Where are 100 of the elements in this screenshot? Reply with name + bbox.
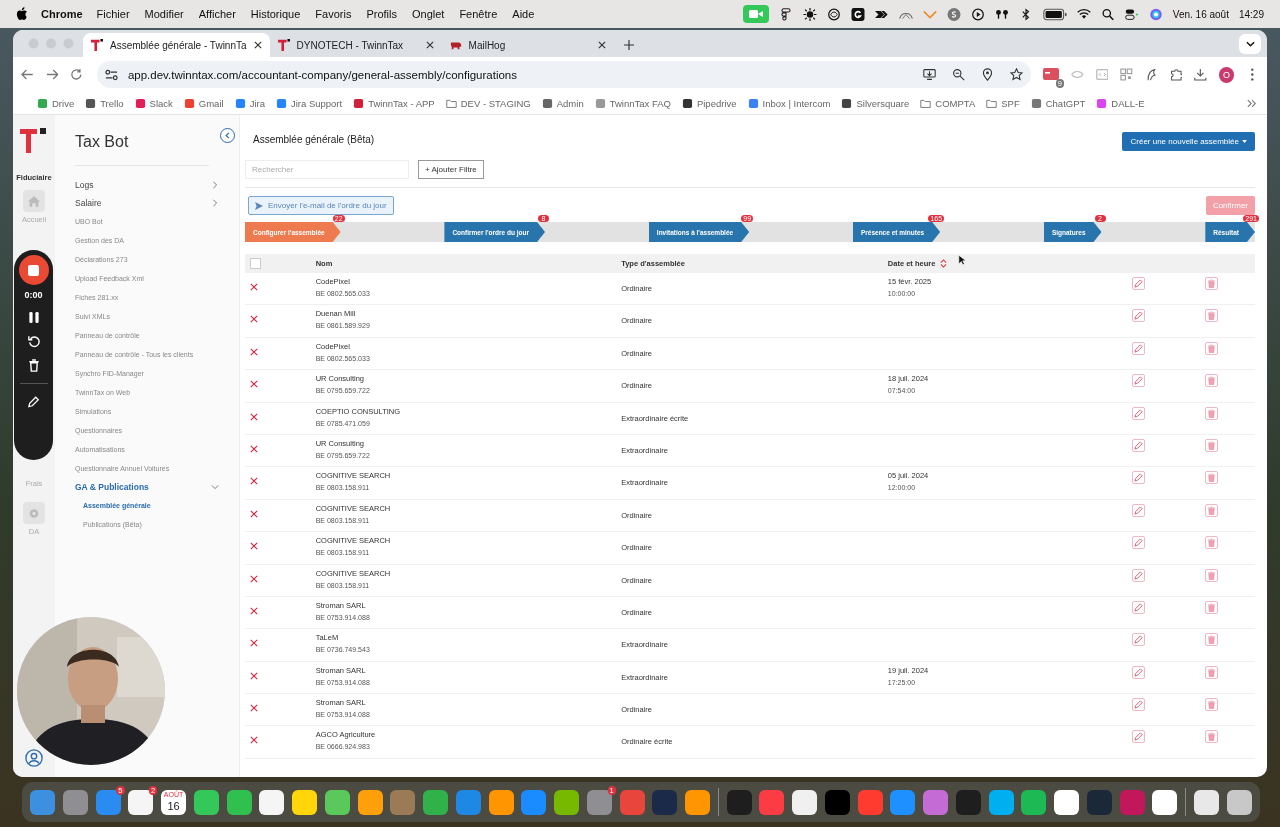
menu-item[interactable]: Modifier [144, 8, 184, 20]
location-icon[interactable] [980, 68, 994, 81]
knot-icon[interactable] [826, 7, 841, 21]
battery-icon[interactable] [1042, 7, 1067, 21]
g-logo-icon[interactable] [850, 7, 865, 21]
bookmark[interactable]: Jira [234, 97, 265, 109]
new-tab-icon[interactable] [623, 40, 634, 50]
skype-icon[interactable] [946, 7, 961, 21]
bookmark[interactable]: Silversquare [841, 97, 910, 109]
overflow-chevron-icon[interactable] [1247, 98, 1257, 108]
bookmark[interactable]: Drive [37, 97, 75, 109]
bookmark[interactable]: DEV - STAGING [445, 97, 531, 109]
app-icon[interactable] [193, 789, 219, 815]
close-icon[interactable] [250, 444, 258, 453]
search-field[interactable]: Rechercher [245, 160, 409, 179]
app-icon[interactable] [324, 789, 350, 815]
edit-button[interactable] [1131, 309, 1145, 323]
menu-item[interactable]: Fichier [96, 8, 130, 20]
trash-icon[interactable] [27, 359, 40, 372]
bookmark[interactable]: SPF [986, 97, 1020, 109]
edit-button[interactable] [1131, 665, 1145, 679]
bookmark[interactable]: Pipedrive [681, 97, 737, 109]
edit-button[interactable] [1131, 600, 1145, 614]
delete-button[interactable] [1205, 536, 1219, 550]
menu-item[interactable]: Afficher [198, 8, 236, 20]
download-icon[interactable] [1194, 68, 1207, 81]
bookmark[interactable]: Inbox | Intercom [747, 97, 831, 109]
edit-button[interactable] [1131, 536, 1145, 550]
app-icon[interactable] [792, 789, 817, 815]
sort-icon[interactable] [940, 259, 948, 268]
edit-button[interactable] [1131, 698, 1145, 712]
browser-tab[interactable]: DYNOTECH - TwinnTax [269, 33, 442, 57]
close-icon[interactable] [250, 606, 258, 615]
site-settings-icon[interactable] [104, 68, 118, 81]
menu-item[interactable]: Historique [250, 8, 301, 20]
delete-button[interactable] [1205, 277, 1219, 290]
close-icon[interactable] [597, 41, 606, 49]
tab-search-button[interactable] [1239, 34, 1261, 54]
delete-button[interactable] [1205, 309, 1219, 323]
profile-avatar[interactable]: O [1218, 66, 1235, 83]
control-center-icon[interactable] [1124, 7, 1139, 21]
app-menu[interactable]: Chrome [41, 8, 83, 20]
close-icon[interactable] [250, 736, 258, 745]
app-icon[interactable] [357, 789, 383, 815]
bookmark[interactable]: TwinnTax - APP [353, 97, 435, 109]
edit-button[interactable] [1131, 633, 1145, 647]
edit-button[interactable] [1131, 341, 1145, 355]
bookmark[interactable]: Slack [134, 97, 173, 109]
search-icon[interactable] [1100, 7, 1115, 21]
app-icon[interactable] [988, 789, 1014, 815]
bookmark[interactable]: Trello [85, 97, 124, 109]
send-email-button[interactable]: Envoyer l'e-mail de l'ordre du jour [248, 196, 394, 215]
menu-item[interactable]: Onglet [411, 8, 445, 20]
apple-logo-icon[interactable] [16, 7, 28, 21]
app-icon[interactable] [554, 789, 579, 815]
menubar-date[interactable]: Ven. 16 août [1172, 8, 1229, 20]
camera-icon[interactable] [742, 5, 769, 23]
close-icon[interactable] [253, 41, 262, 49]
bookmark[interactable]: DALL-E [1096, 97, 1145, 109]
edit-button[interactable] [1131, 438, 1145, 452]
forward-icon[interactable] [45, 68, 59, 81]
star-icon[interactable] [1009, 68, 1023, 81]
delete-button[interactable] [1205, 568, 1219, 582]
menu-item[interactable]: Aide [512, 8, 535, 20]
close-icon[interactable] [250, 347, 258, 356]
edit-button[interactable] [1131, 568, 1145, 582]
browser-tab[interactable]: Assemblée générale - TwinnTa [83, 33, 270, 57]
bookmark[interactable]: COMPTA [920, 97, 976, 109]
restart-icon[interactable] [27, 335, 40, 348]
user-icon[interactable] [25, 749, 43, 767]
siri-icon[interactable] [1148, 7, 1163, 21]
delete-button[interactable] [1205, 600, 1219, 614]
app-icon[interactable] [488, 789, 514, 815]
app-icon[interactable] [685, 789, 710, 815]
edit-button[interactable] [1131, 277, 1145, 290]
close-icon[interactable] [250, 412, 258, 421]
sidebar-group[interactable]: GA & Publications [75, 478, 219, 496]
close-icon[interactable] [250, 315, 258, 324]
bookmark[interactable]: Admin [541, 97, 584, 109]
bookmark[interactable]: Gmail [183, 97, 224, 109]
close-icon[interactable] [425, 41, 434, 49]
edit-button[interactable] [1131, 374, 1145, 388]
pencil-icon[interactable] [27, 395, 40, 408]
close-icon[interactable] [250, 671, 258, 680]
app-icon[interactable] [1152, 789, 1178, 815]
delete-button[interactable] [1205, 341, 1219, 355]
delete-button[interactable] [1205, 438, 1219, 452]
menubar-time[interactable]: 14:29 [1238, 8, 1264, 20]
delete-button[interactable] [1205, 374, 1219, 388]
extension-icon[interactable] [1042, 67, 1059, 82]
menu-item[interactable]: Fenêtre [459, 8, 498, 20]
close-icon[interactable] [250, 283, 258, 291]
sidebar-group[interactable]: Logs [75, 176, 219, 194]
select-all-checkbox[interactable] [250, 258, 261, 269]
earbuds-icon[interactable] [994, 7, 1009, 21]
pause-icon[interactable] [27, 311, 40, 324]
close-icon[interactable] [250, 574, 258, 583]
edit-button[interactable] [1131, 471, 1145, 485]
play-icon[interactable] [970, 7, 985, 21]
browser-tab[interactable]: MailHog [441, 33, 614, 57]
